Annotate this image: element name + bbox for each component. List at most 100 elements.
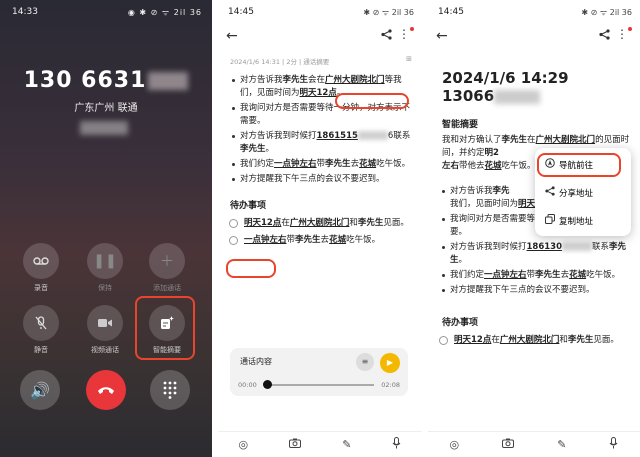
time-link[interactable]: 明天12点	[454, 335, 491, 345]
menu-label: 复制地址	[559, 217, 594, 227]
check-circle-icon[interactable]: ◎	[450, 438, 460, 451]
back-arrow-icon[interactable]: ←	[436, 28, 448, 44]
redacted-blur	[357, 131, 388, 140]
phone-link[interactable]: 186130	[527, 242, 563, 252]
play-icon[interactable]: ▶	[380, 353, 400, 373]
hold-button[interactable]: ❚❚ 保持	[86, 243, 124, 293]
time-link[interactable]: 一点钟左右	[244, 235, 287, 245]
highlight-box	[135, 296, 195, 360]
player-start-time: 00:00	[238, 381, 257, 389]
address-link[interactable]: 广州大剧院北门	[325, 75, 385, 85]
todo-item[interactable]: 明天12点在广州大剧院北门和李先生见面。	[218, 217, 422, 230]
time-link[interactable]: 一点钟左右	[274, 159, 317, 169]
address-link[interactable]: 广州大剧院北门	[536, 135, 596, 145]
player-title: 通话内容	[240, 357, 272, 366]
status-time: 14:45	[228, 7, 254, 17]
screenshot-stage: 14:33 ◉ ✱ ⊘ ᯤ 2il 36 130 6631 广东广州 联通 录音…	[0, 0, 640, 457]
record-button[interactable]: 录音	[22, 243, 60, 293]
address-link[interactable]: 广州大剧院北门	[500, 335, 560, 345]
text: 吃午饭。	[376, 159, 411, 169]
place-link[interactable]: 花城	[485, 161, 502, 171]
text: 对方告诉我到时候打	[240, 131, 317, 141]
text: 去	[320, 235, 330, 245]
person-name: 李先生	[567, 335, 594, 345]
video-call-button[interactable]: 视频通话	[86, 305, 124, 355]
text: 联系	[592, 242, 610, 252]
audio-player: 通话内容 ≡ ▶ 00:00 02:08	[230, 348, 408, 396]
time-link[interactable]: 明天12点	[300, 88, 337, 98]
hang-up-button[interactable]	[86, 370, 126, 410]
share-icon[interactable]	[599, 29, 610, 43]
list-item: 对方提醒我下午三点的会议不要迟到。	[218, 173, 422, 186]
status-time: 14:45	[438, 7, 464, 17]
text: 我们约定	[450, 270, 485, 280]
time-link[interactable]: 明2	[485, 148, 499, 158]
hold-label: 保持	[98, 284, 112, 292]
speaker-button[interactable]: 🔊	[20, 370, 60, 410]
status-icons: ✱ ⊘ ᯤ 2il 36	[363, 8, 414, 17]
text: 6联系	[387, 131, 411, 141]
text: 我们约定	[240, 159, 275, 169]
pen-icon[interactable]: ✎	[342, 438, 351, 451]
pen-icon[interactable]: ✎	[557, 438, 566, 451]
camera-icon[interactable]	[502, 438, 515, 451]
back-arrow-icon[interactable]: ←	[226, 28, 238, 44]
place-link[interactable]: 花城	[359, 159, 376, 169]
more-options-icon[interactable]: ⋮	[398, 27, 410, 41]
time-link[interactable]: 明天12点	[244, 218, 281, 228]
keypad-button[interactable]	[150, 370, 190, 410]
camera-icon[interactable]	[289, 438, 302, 451]
person-name: 李先生	[501, 135, 528, 145]
phone-link[interactable]: 1861515	[317, 131, 358, 141]
time-link[interactable]: 左右	[442, 161, 459, 171]
todo-section-title: 待办事项	[230, 201, 267, 211]
text: 对方告诉我到时候打	[450, 242, 527, 252]
checkbox[interactable]	[229, 219, 238, 228]
add-call-button[interactable]: ＋ 添加通话	[148, 243, 186, 293]
time-link[interactable]: 一点钟左右	[484, 270, 527, 280]
list-item: 对方告诉我到时候打186130 联系李先生。	[428, 241, 640, 267]
add-call-label: 添加通话	[153, 284, 181, 292]
caller-number: 130 6631	[0, 68, 212, 93]
player-scrubber[interactable]	[263, 380, 272, 389]
check-circle-icon[interactable]: ◎	[239, 438, 249, 451]
text: 。	[458, 255, 468, 265]
todo-item[interactable]: 一点钟左右带李先生去花城吃午饭。	[218, 234, 422, 247]
mic-icon[interactable]	[609, 437, 618, 452]
place-link[interactable]: 花城	[329, 235, 346, 245]
checkbox[interactable]	[229, 236, 238, 245]
player-end-time: 02:08	[381, 381, 400, 389]
text: 会在	[308, 75, 326, 85]
text: 在	[491, 335, 500, 345]
player-track[interactable]	[264, 384, 374, 386]
text: 去	[350, 159, 360, 169]
mute-button[interactable]: 静音	[22, 305, 60, 355]
place-link[interactable]: 花城	[569, 270, 586, 280]
bottom-toolbar: ◎ ✎	[218, 431, 422, 457]
note-meta: 2024/1/6 14:31 | 2分 | 通话摘要 ⊞	[218, 50, 422, 66]
menu-item-share-address[interactable]: 分享地址	[545, 186, 593, 199]
status-icons: ◉ ✱ ⊘ ᯤ 2il 36	[127, 8, 202, 17]
todo-item[interactable]: 明天12点在广州大剧院北门和李先生见面。	[428, 334, 640, 347]
status-bar: 14:45 ✱ ⊘ ᯤ 2il 36	[218, 0, 422, 22]
text: 带	[316, 159, 326, 169]
text: 吃午饭。	[586, 270, 621, 280]
checkbox[interactable]	[439, 336, 448, 345]
menu-item-copy-address[interactable]: 复制地址	[545, 214, 593, 227]
copy-icon	[545, 214, 559, 227]
mic-icon[interactable]	[392, 437, 401, 452]
list-icon[interactable]: ≡	[356, 353, 374, 371]
person-name: 李先生	[357, 218, 384, 228]
text: 吃午饭。	[501, 161, 536, 171]
more-options-icon[interactable]: ⋮	[616, 27, 628, 41]
menu-label: 分享地址	[559, 189, 594, 199]
person-name: 李先生	[535, 270, 561, 280]
share-icon[interactable]	[381, 29, 392, 43]
panel-icon[interactable]: ⊞	[406, 55, 412, 63]
text: 在	[281, 218, 290, 228]
person-name: 李先生	[325, 159, 351, 169]
caller-number-text: 130 6631	[23, 68, 147, 93]
redacted-blur	[562, 242, 593, 251]
address-link[interactable]: 广州大剧院北门	[290, 218, 350, 228]
summary-list: 对方告诉我李先生会在广州大剧院北门等我们，见面时间为明天12点。 我询问对方是否…	[218, 74, 422, 186]
